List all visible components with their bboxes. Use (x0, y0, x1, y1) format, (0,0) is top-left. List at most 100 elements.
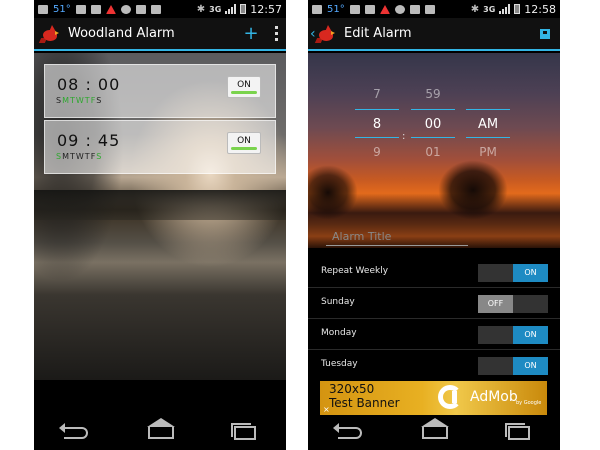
ad-title-label: Test Banner (329, 396, 400, 410)
day-letter: M (62, 152, 70, 161)
tree-silhouette (308, 165, 358, 220)
recent-apps-icon[interactable] (505, 423, 530, 440)
setting-label: Sunday (321, 297, 355, 307)
alarm-time: 09 : 45 (57, 131, 121, 150)
gallery-icon (150, 4, 161, 14)
switch-state: ON (513, 264, 548, 282)
toggle-indicator (231, 91, 257, 94)
day-letter: W (75, 96, 85, 105)
repeat-weekly-switch[interactable]: ON (478, 264, 548, 282)
signal-icon (225, 4, 237, 14)
horizon-treeline (34, 190, 286, 220)
ampm-prev[interactable] (466, 80, 510, 109)
day-letter: W (75, 152, 85, 161)
minute-prev[interactable]: 59 (411, 80, 455, 109)
hour-prev[interactable]: 7 (355, 80, 399, 109)
add-alarm-button[interactable]: + (236, 23, 266, 44)
alarm-days: SMTWTFS (56, 152, 102, 161)
save-button[interactable] (530, 28, 560, 39)
toggle-indicator (231, 147, 257, 150)
home-icon[interactable] (147, 418, 175, 439)
setting-label: Repeat Weekly (321, 266, 389, 276)
message-icon (349, 4, 360, 14)
alarm-toggle-button[interactable]: ON (227, 76, 261, 98)
setting-row-tuesday: Tuesday ON (308, 350, 560, 381)
day-letter: M (62, 96, 70, 105)
ad-banner[interactable]: 320x50 Test Banner × AdMob by Google (320, 381, 547, 415)
bag-icon (135, 4, 146, 14)
warning-icon (379, 4, 390, 14)
alarm-list-screen: 51° ✱ 3G 12:57 Woodland Alarm + 08 : 00 … (34, 0, 286, 450)
toggle-label: ON (237, 80, 251, 90)
network-type-label: 3G (483, 4, 496, 14)
back-icon[interactable] (59, 423, 88, 439)
bag-icon (409, 4, 420, 14)
signal-icon (499, 4, 511, 14)
battery-icon (514, 4, 521, 14)
ampm-next[interactable]: PM (466, 138, 510, 167)
alarm-toggle-button[interactable]: ON (227, 132, 261, 154)
minute-picker[interactable]: 59 00 01 (411, 80, 455, 167)
monday-switch[interactable]: ON (478, 326, 548, 344)
bluetooth-icon: ✱ (470, 3, 480, 15)
ad-size-label: 320x50 (329, 382, 375, 396)
setting-label: Tuesday (321, 359, 358, 369)
download-icon (120, 4, 131, 14)
switch-state: ON (513, 326, 548, 344)
warning-icon (105, 4, 116, 14)
ad-text: 320x50 Test Banner (329, 382, 400, 410)
admob-logo-icon (438, 385, 464, 411)
hour-next[interactable]: 9 (355, 138, 399, 167)
tuesday-switch[interactable]: ON (478, 357, 548, 375)
home-icon[interactable] (421, 418, 449, 439)
voicemail-icon (364, 4, 375, 14)
minute-selected[interactable]: 00 (411, 109, 455, 138)
temperature-label: 51° (53, 3, 71, 15)
minute-next[interactable]: 01 (411, 138, 455, 167)
clock: 12:58 (524, 2, 556, 16)
bluetooth-icon: ✱ (196, 3, 206, 15)
ampm-picker[interactable]: AM PM (466, 80, 510, 167)
message-icon (75, 4, 86, 14)
switch-state: OFF (478, 295, 513, 313)
ad-close-icon[interactable]: × (323, 405, 330, 414)
status-bar: 51° ✱ 3G 12:58 (308, 0, 560, 18)
ampm-selected[interactable]: AM (466, 109, 510, 138)
image-notification-icon (312, 4, 322, 14)
alarm-item[interactable]: 08 : 00 SMTWTFS ON (44, 64, 276, 118)
day-letter: S (96, 96, 103, 105)
alarm-item[interactable]: 09 : 45 SMTWTFS ON (44, 120, 276, 174)
action-bar: ‹ Edit Alarm (308, 18, 560, 51)
gallery-icon (424, 4, 435, 14)
repeat-settings: Repeat Weekly ON Sunday OFF Monday ON Tu… (308, 257, 560, 381)
day-letter: S (96, 152, 103, 161)
tree-silhouette (438, 160, 508, 220)
hour-picker[interactable]: 7 8 9 (355, 80, 399, 167)
battery-icon (240, 4, 247, 14)
app-title: Woodland Alarm (68, 26, 175, 41)
sunday-switch[interactable]: OFF (478, 295, 548, 313)
admob-brand: AdMob (470, 389, 518, 405)
save-icon (540, 28, 550, 39)
status-bar: 51° ✱ 3G 12:57 (34, 0, 286, 18)
hour-selected[interactable]: 8 (355, 109, 399, 138)
temperature-label: 51° (327, 3, 345, 15)
cardinal-bird-icon[interactable] (314, 24, 336, 44)
overflow-menu-icon[interactable] (266, 26, 286, 41)
admob-by-google: by Google (516, 400, 542, 406)
setting-label: Monday (321, 328, 357, 338)
empty-area (34, 380, 286, 416)
toggle-label: ON (237, 136, 251, 146)
setting-row-monday: Monday ON (308, 319, 560, 350)
clock: 12:57 (250, 2, 282, 16)
edit-alarm-screen: 51° ✱ 3G 12:58 ‹ Edit Alarm 7 8 9 : 59 0… (308, 0, 560, 450)
back-icon[interactable] (333, 423, 362, 439)
alarm-time: 08 : 00 (57, 75, 121, 94)
recent-apps-icon[interactable] (231, 423, 256, 440)
switch-state: ON (513, 357, 548, 375)
action-bar: Woodland Alarm + (34, 18, 286, 51)
network-type-label: 3G (209, 4, 222, 14)
time-separator: : (402, 131, 406, 142)
download-icon (394, 4, 405, 14)
alarm-title-input[interactable]: Alarm Title (326, 226, 468, 246)
